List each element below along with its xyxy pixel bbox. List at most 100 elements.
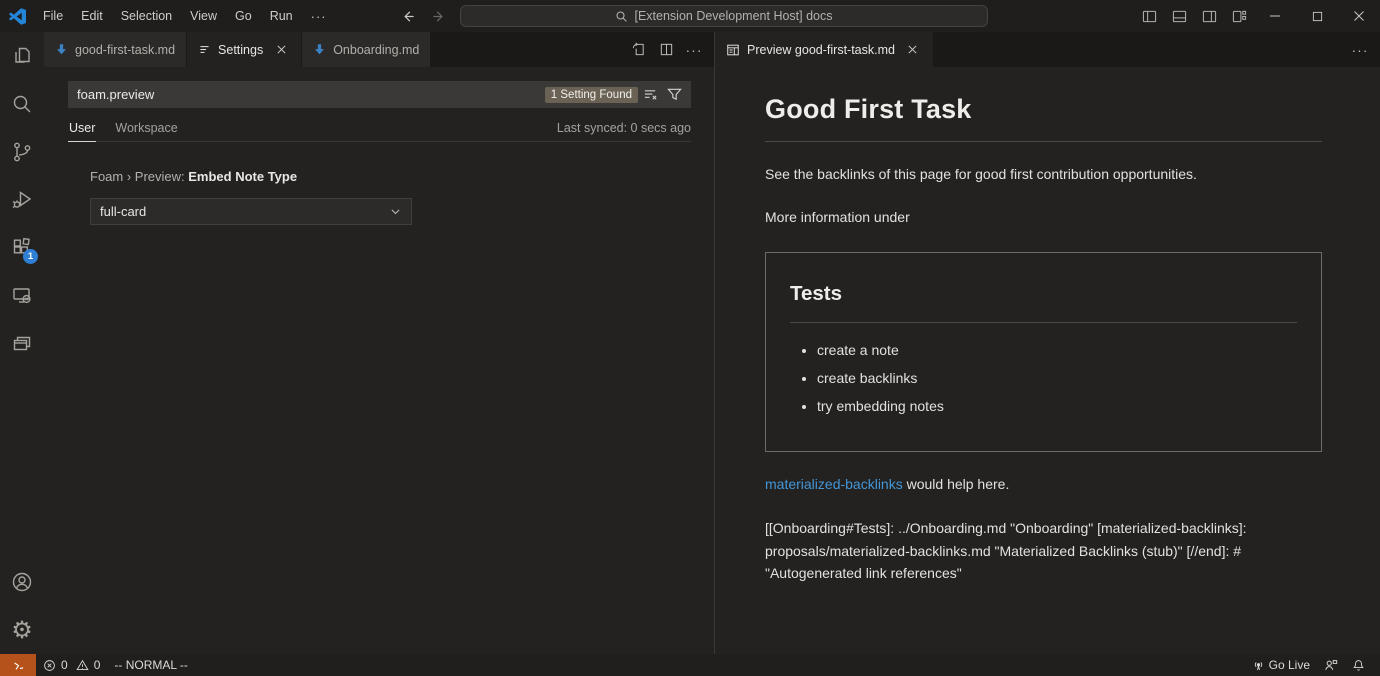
editor-group-left: good-first-task.md Settings: [44, 32, 715, 654]
preview-paragraph: materialized-backlinks would help here.: [765, 474, 1322, 495]
scope-tab-user[interactable]: User: [68, 121, 96, 141]
menu-more-icon[interactable]: ···: [302, 9, 336, 24]
editor-more-icon[interactable]: ···: [1348, 38, 1372, 62]
accounts-button[interactable]: [0, 558, 44, 606]
embedded-note-card: Tests create a note create backlinks try…: [765, 252, 1322, 453]
error-icon: [43, 659, 56, 672]
menu-edit[interactable]: Edit: [72, 5, 112, 27]
run-debug-view-button[interactable]: [0, 176, 44, 224]
window-title: [Extension Development Host] docs: [634, 9, 832, 23]
explorer-view-button[interactable]: [0, 32, 44, 80]
status-bar-right: Go Live: [1245, 654, 1380, 676]
nav-forward-icon[interactable]: [428, 5, 450, 27]
link-suffix-text: would help here.: [903, 476, 1010, 492]
tab-bar-right: Preview good-first-task.md ···: [715, 32, 1380, 67]
feedback-icon: [1324, 658, 1338, 672]
run-debug-icon: [10, 188, 34, 212]
menu-go[interactable]: Go: [226, 5, 261, 27]
tab-onboarding[interactable]: Onboarding.md: [302, 32, 431, 67]
editor-more-icon[interactable]: ···: [682, 38, 706, 62]
settings-search-value: foam.preview: [77, 87, 545, 102]
settings-gear-icon: ⚙: [11, 618, 33, 642]
filter-icon[interactable]: [662, 84, 686, 106]
menu-view[interactable]: View: [181, 5, 226, 27]
list-item: try embedding notes: [817, 396, 1297, 417]
settings-search-input[interactable]: foam.preview 1 Setting Found: [68, 81, 691, 108]
scope-tab-workspace[interactable]: Workspace: [114, 121, 178, 141]
go-live-button[interactable]: Go Live: [1245, 654, 1317, 676]
feedback-button[interactable]: [1317, 654, 1345, 676]
last-synced-label: Last synced: 0 secs ago: [557, 121, 691, 141]
activity-bar: 1 ⚙: [0, 32, 44, 654]
maximize-button[interactable]: [1296, 0, 1338, 32]
manage-button[interactable]: ⚙: [0, 606, 44, 654]
command-center[interactable]: [Extension Development Host] docs: [460, 5, 988, 27]
open-settings-json-icon[interactable]: [626, 38, 650, 62]
tab-bar-left: good-first-task.md Settings: [44, 32, 714, 67]
select-value: full-card: [100, 204, 146, 219]
clear-filters-icon[interactable]: [638, 84, 662, 106]
tab-label: good-first-task.md: [75, 43, 175, 57]
settings-editor: foam.preview 1 Setting Found User Worksp…: [44, 67, 714, 654]
tab-preview[interactable]: Preview good-first-task.md: [715, 32, 934, 67]
markdown-file-icon: [55, 43, 68, 56]
preview-paragraph: More information under: [765, 207, 1322, 228]
toggle-secondary-sidebar-icon[interactable]: [1194, 0, 1224, 32]
tab-spacer: [431, 32, 626, 67]
title-bar-left: File Edit Selection View Go Run ···: [0, 0, 336, 32]
extensions-view-button[interactable]: 1: [0, 224, 44, 272]
editor-actions-left: ···: [626, 32, 714, 67]
toggle-panel-icon[interactable]: [1164, 0, 1194, 32]
setting-category: Foam › Preview:: [90, 169, 188, 184]
minimize-button[interactable]: [1254, 0, 1296, 32]
nav-back-icon[interactable]: [396, 5, 418, 27]
menu-selection[interactable]: Selection: [112, 5, 181, 27]
tab-close-icon[interactable]: [272, 41, 290, 59]
search-view-icon: [10, 92, 34, 116]
tab-label: Preview good-first-task.md: [747, 43, 895, 57]
menu-run[interactable]: Run: [261, 5, 302, 27]
explorer-icon: [10, 44, 34, 68]
vim-mode-status[interactable]: -- NORMAL --: [107, 654, 195, 676]
settings-results-badge: 1 Setting Found: [545, 87, 638, 103]
list-item: create a note: [817, 340, 1297, 361]
markdown-preview: Good First Task See the backlinks of thi…: [715, 67, 1380, 654]
error-count: 0: [61, 658, 68, 672]
search-icon: [615, 10, 628, 23]
problems-status[interactable]: 0 0: [36, 654, 107, 676]
menu-file[interactable]: File: [34, 5, 72, 27]
remote-explorer-icon: [10, 284, 34, 308]
settings-scope-tabs: User Workspace Last synced: 0 secs ago: [68, 121, 691, 142]
editor-group-right: Preview good-first-task.md ··· Good Firs…: [715, 32, 1380, 654]
search-view-button[interactable]: [0, 80, 44, 128]
notifications-button[interactable]: [1345, 654, 1372, 676]
editor-actions-right: ···: [1348, 32, 1380, 67]
remote-explorer-view-button[interactable]: [0, 272, 44, 320]
title-bar: File Edit Selection View Go Run ··· [Ext…: [0, 0, 1380, 32]
title-bar-center: [Extension Development Host] docs: [396, 0, 988, 32]
list-item: create backlinks: [817, 368, 1297, 389]
tab-good-first-task[interactable]: good-first-task.md: [44, 32, 187, 67]
customize-layout-icon[interactable]: [1224, 0, 1254, 32]
tab-settings[interactable]: Settings: [187, 32, 302, 67]
remote-indicator[interactable]: [0, 654, 36, 676]
embed-note-type-select[interactable]: full-card: [90, 198, 412, 225]
windows-view-button[interactable]: [0, 320, 44, 368]
chevron-down-icon: [389, 205, 402, 218]
setting-name: Embed Note Type: [188, 169, 297, 184]
toggle-sidebar-icon[interactable]: [1134, 0, 1164, 32]
preview-file-icon: [726, 43, 740, 57]
materialized-backlinks-link[interactable]: materialized-backlinks: [765, 476, 903, 492]
warning-count: 0: [94, 658, 101, 672]
split-editor-icon[interactable]: [654, 38, 678, 62]
source-control-view-button[interactable]: [0, 128, 44, 176]
settings-list-icon: [198, 43, 211, 56]
close-window-button[interactable]: [1338, 0, 1380, 32]
embedded-note-title: Tests: [790, 279, 1297, 324]
go-live-label: Go Live: [1269, 658, 1310, 672]
broadcast-icon: [1252, 659, 1265, 672]
tab-label: Onboarding.md: [333, 43, 419, 57]
vim-mode-label: -- NORMAL --: [114, 658, 188, 672]
source-control-icon: [10, 140, 34, 164]
tab-close-icon[interactable]: [904, 41, 922, 59]
